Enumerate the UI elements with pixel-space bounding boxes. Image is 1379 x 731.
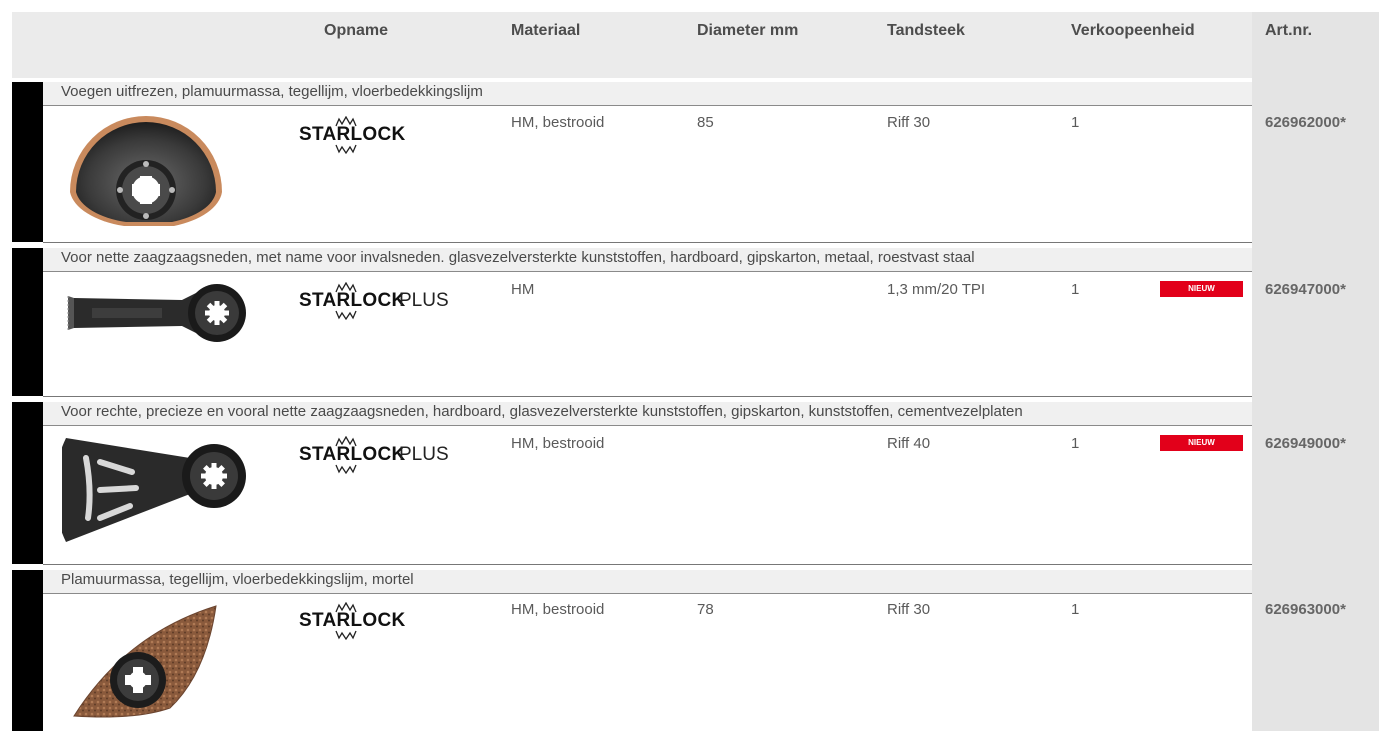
row-divider (43, 425, 1252, 426)
starlock-plus-logo: STARLOCK PLUS (299, 436, 479, 474)
triangular-rasp-icon (73, 605, 217, 718)
materiaal-value: HM, bestrooid (511, 114, 605, 131)
product-description: Voor rechte, precieze en vooral nette za… (61, 403, 1023, 420)
starlock-logo: STARLOCK (299, 602, 459, 640)
fan-segment-blade-icon (62, 438, 246, 542)
verkoopeenheid-value: 1 (1071, 601, 1080, 618)
diameter-value: 85 (697, 114, 714, 131)
column-header-verkoopeenheid: Verkoopeenheid (1071, 22, 1195, 39)
row-marker-bar (12, 82, 43, 242)
row-marker-bar (12, 248, 43, 396)
row-marker-bar (12, 402, 43, 564)
row-divider (43, 271, 1252, 272)
tandsteek-value: Riff 30 (887, 114, 931, 131)
row-divider (43, 564, 1252, 565)
verkoopeenheid-value: 1 (1071, 281, 1080, 298)
product-description: Voor nette zaagzaagsneden, met name voor… (61, 249, 975, 266)
artnr-value: 626949000* (1265, 435, 1346, 452)
artnr-value: 626963000* (1265, 601, 1346, 618)
segment-saw-blade-icon (70, 116, 222, 226)
table-header-band (12, 12, 1252, 78)
column-header-materiaal: Materiaal (511, 22, 581, 39)
materiaal-value: HM, bestrooid (511, 435, 605, 452)
new-badge: NIEUW (1160, 281, 1243, 297)
artnr-value: 626947000* (1265, 281, 1346, 298)
materiaal-value: HM, bestrooid (511, 601, 605, 618)
starlock-logo: STARLOCK (299, 116, 459, 154)
tandsteek-value: 1,3 mm/20 TPI (887, 281, 986, 298)
product-description: Plamuurmassa, tegellijm, vloerbedekkings… (61, 571, 414, 588)
column-header-opname: Opname (324, 22, 389, 39)
column-header-diameter: Diameter mm (697, 22, 799, 39)
row-divider (43, 242, 1252, 243)
verkoopeenheid-value: 1 (1071, 114, 1080, 131)
new-badge: NIEUW (1160, 435, 1243, 451)
product-description: Voegen uitfrezen, plamuurmassa, tegellij… (61, 83, 483, 100)
materiaal-value: HM (511, 281, 535, 298)
row-divider (43, 105, 1252, 106)
tandsteek-value: Riff 40 (887, 435, 931, 452)
row-marker-bar (12, 570, 43, 731)
diameter-value: 78 (697, 601, 714, 618)
starlock-plus-logo: STARLOCK PLUS (299, 282, 479, 320)
row-divider (43, 396, 1252, 397)
column-header-tandsteek: Tandsteek (887, 22, 965, 39)
row-divider (43, 593, 1252, 594)
plunge-cut-blade-icon (67, 284, 246, 342)
tandsteek-value: Riff 30 (887, 601, 931, 618)
verkoopeenheid-value: 1 (1071, 435, 1080, 452)
column-header-artnr: Art.nr. (1265, 22, 1313, 39)
artnr-value: 626962000* (1265, 114, 1346, 131)
